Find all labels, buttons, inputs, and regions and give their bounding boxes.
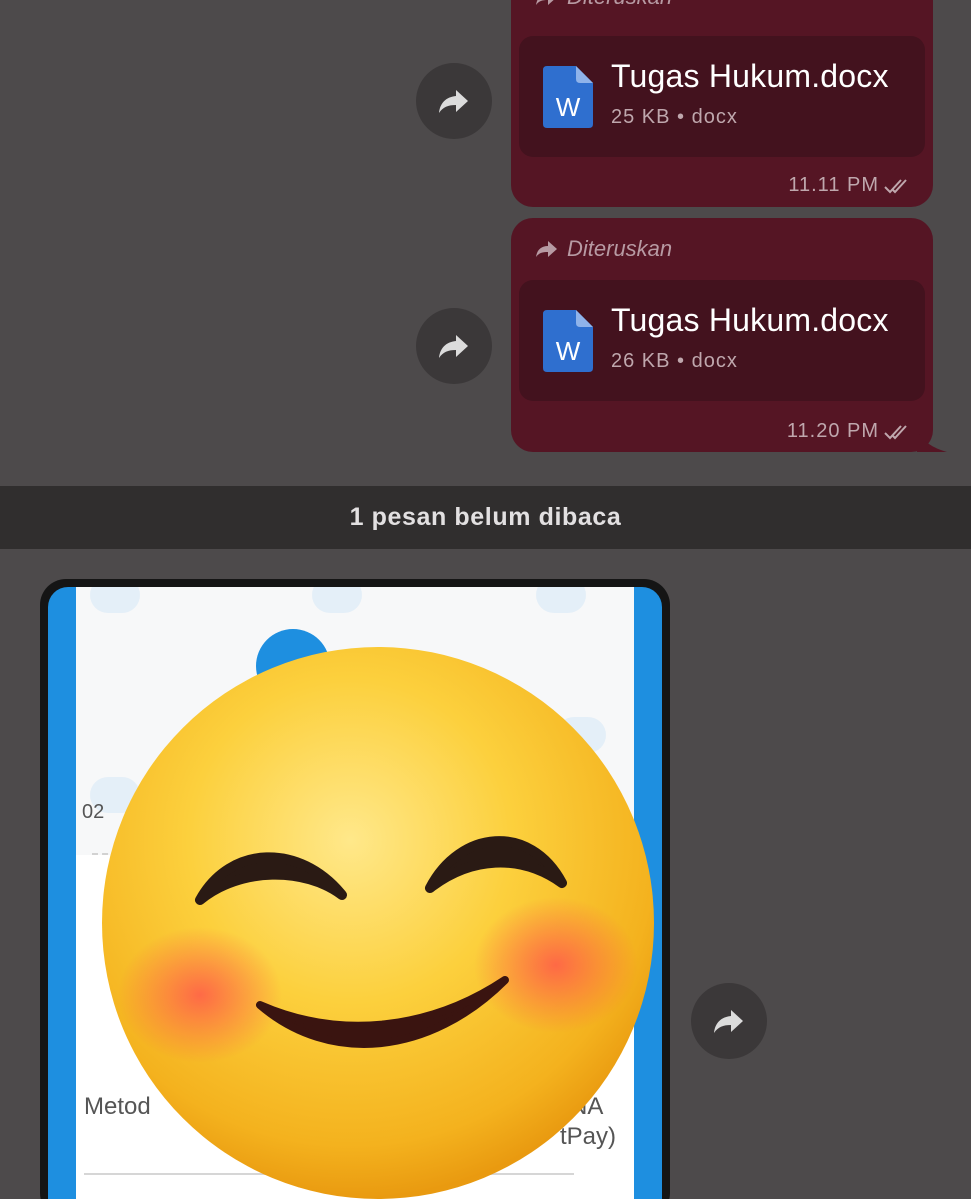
file-name: Tugas Hukum.docx [611,58,889,94]
forward-button[interactable] [416,308,492,384]
watermark [90,587,140,613]
file-size: 26 KB [611,350,671,372]
outgoing-message-bubble[interactable]: Diteruskan W Tugas Hukum.docx 25 KB • do… [511,0,933,207]
forward-icon [536,241,557,257]
file-meta: 25 KB • docx [611,106,738,129]
watermark [536,587,586,613]
svg-text:W: W [556,336,581,366]
forwarded-text: Diteruskan [567,236,673,261]
file-name: Tugas Hukum.docx [611,302,889,338]
meta-separator: • [677,350,686,372]
message-time: 11.11 PM [788,174,911,197]
time-text: 11.11 PM [788,174,879,196]
forward-icon [439,90,468,113]
forward-icon [714,1010,743,1033]
meta-separator: • [677,106,686,128]
file-attachment[interactable]: W Tugas Hukum.docx 25 KB • docx [519,36,925,157]
forward-button[interactable] [416,63,492,139]
unread-messages-divider: 1 pesan belum dibaca [0,486,971,549]
bubble-tail [917,430,947,452]
unread-divider-text: 1 pesan belum dibaca [349,503,622,531]
word-document-icon: W [543,310,593,372]
watermark [312,587,362,613]
double-check-icon [884,178,907,193]
message-time: 11.20 PM [787,420,911,443]
file-type: docx [691,350,738,372]
outgoing-message-bubble[interactable]: Diteruskan W Tugas Hukum.docx 26 KB • do… [511,218,947,452]
file-attachment[interactable]: W Tugas Hukum.docx 26 KB • docx [519,280,925,401]
file-type: docx [691,106,738,128]
smiling-face-emoji [102,647,654,1199]
file-meta: 26 KB • docx [611,350,738,373]
file-size: 25 KB [611,106,671,128]
svg-text:W: W [556,92,581,122]
forwarded-label: Diteruskan [535,236,672,262]
forward-button[interactable] [691,983,767,1059]
forwarded-label: Diteruskan [535,0,672,10]
double-check-icon [884,424,907,439]
forward-icon [439,335,468,358]
time-text: 11.20 PM [786,420,879,442]
forward-icon [536,0,554,5]
forwarded-text: Diteruskan [567,0,672,10]
chat-view: Diteruskan W Tugas Hukum.docx 25 KB • do… [0,0,971,1199]
word-document-icon: W [543,66,593,128]
